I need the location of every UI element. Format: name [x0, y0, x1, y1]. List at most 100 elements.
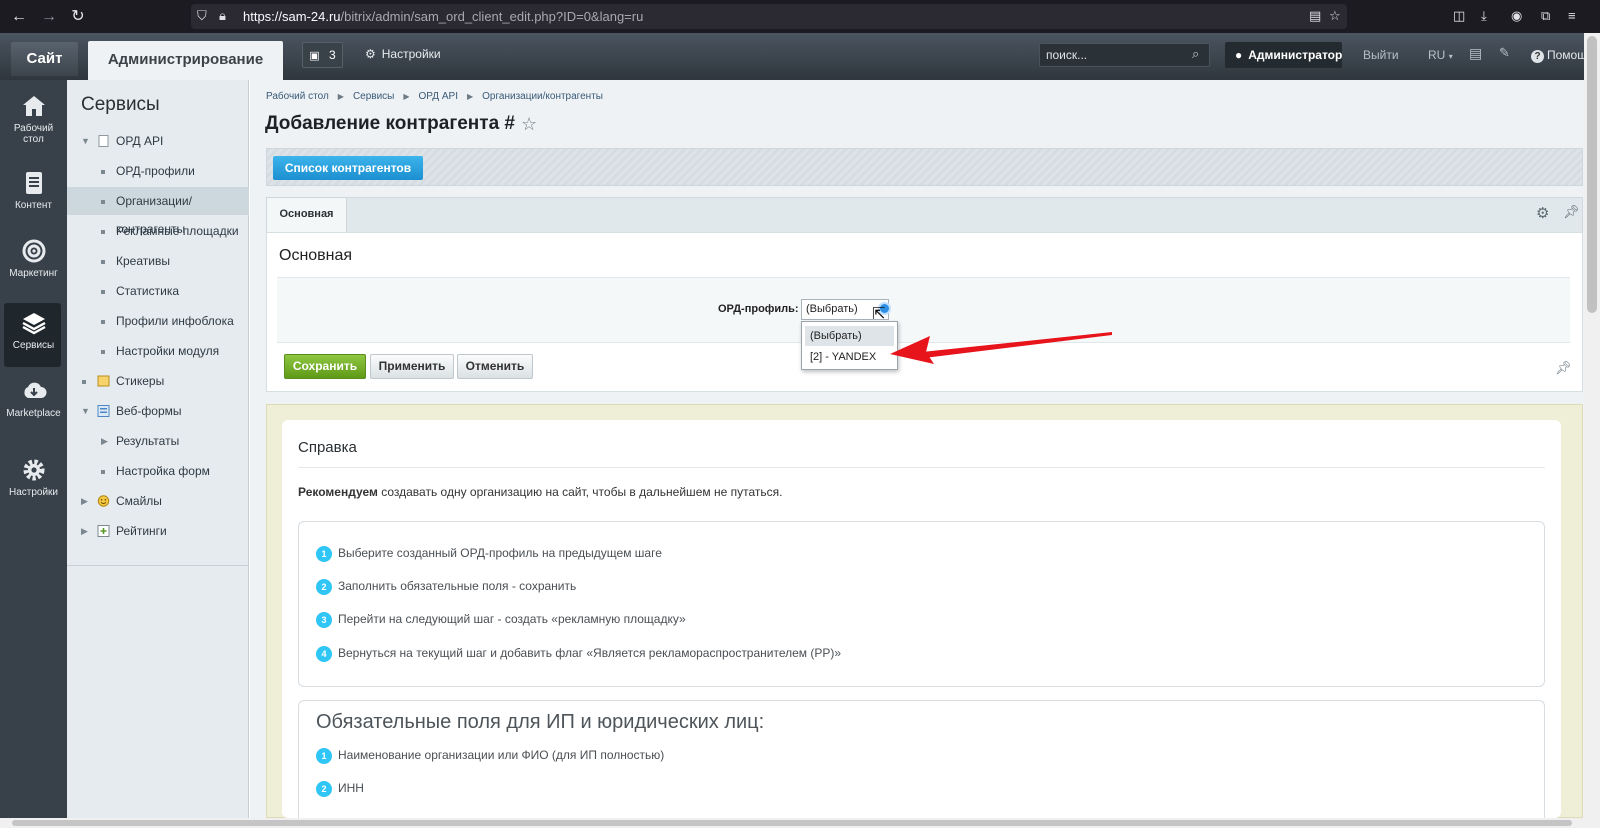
- home-icon: [22, 96, 45, 116]
- admin-tab[interactable]: Администрирование: [88, 41, 283, 80]
- extensions-icon[interactable]: ⧉: [1541, 8, 1550, 24]
- url-text: https://sam-24.ru/bitrix/admin/sam_ord_c…: [243, 9, 644, 24]
- chevron-down-icon: ▾: [1448, 52, 1453, 61]
- ratings-icon: [97, 525, 110, 537]
- search-icon[interactable]: ⌕: [1192, 46, 1199, 62]
- context-toolbar: [266, 148, 1583, 186]
- sidebar-item-web-forms[interactable]: ▼ Веб-формы: [67, 397, 249, 425]
- step-item: 4 Вернуться на текущий шаг и добавить фла…: [316, 646, 841, 662]
- list-contractors-button[interactable]: Список контрагентов: [273, 156, 423, 180]
- forward-arrow-icon[interactable]: →: [39, 7, 59, 27]
- layers-icon: [21, 313, 46, 335]
- shield-icon: ⛉: [197, 8, 207, 23]
- reader-view-icon[interactable]: ▤: [1309, 8, 1321, 24]
- search-input[interactable]: поиск...: [1039, 43, 1210, 67]
- rail-item-settings[interactable]: Настройки: [0, 457, 67, 498]
- rail-item-content[interactable]: Контент: [0, 170, 67, 211]
- target-icon: [22, 239, 45, 263]
- language-select[interactable]: RU ▾: [1428, 48, 1453, 62]
- sidebar-item-statistics[interactable]: Статистика: [67, 277, 249, 305]
- required-item: 1 Наименование организации или ФИО (для И…: [316, 748, 664, 764]
- notifications-count: 3: [329, 48, 336, 62]
- sidebar-item-ord-profiles[interactable]: ОРД-профили: [67, 157, 249, 185]
- browser-toolbar: ← → ↻ ⛉ 🔒︎ https://sam-24.ru/bitrix/admi…: [0, 0, 1600, 33]
- rail-item-services[interactable]: Сервисы: [0, 310, 67, 351]
- rail-item-marketplace[interactable]: Marketplace: [0, 378, 67, 419]
- breadcrumb: Рабочий стол ▶ Сервисы ▶ ОРД API ▶ Организации…: [266, 91, 603, 102]
- save-button[interactable]: Сохранить: [284, 354, 366, 379]
- rail-item-marketing[interactable]: Маркетинг: [0, 238, 67, 279]
- sidebar-item-creatives[interactable]: Креативы: [67, 247, 249, 275]
- sidebar-item-organizations[interactable]: Организации/контрагенты: [67, 187, 249, 236]
- dropdown-option[interactable]: [2] - YANDEX: [805, 347, 894, 367]
- form-tab-strip: [266, 197, 1583, 232]
- pocket-icon[interactable]: ◫: [1453, 8, 1465, 24]
- lock-icon: 🔒︎: [219, 8, 226, 23]
- chevron-right-icon: ▶: [81, 526, 88, 536]
- required-fields-title: Обязательные поля для ИП и юридических л…: [316, 711, 765, 733]
- vertical-scroll-thumb[interactable]: [1587, 36, 1597, 313]
- sidebar-divider: [67, 565, 249, 566]
- help-recommendation: Рекомендуем создавать одну организацию н…: [298, 485, 783, 499]
- smiley-icon: [97, 495, 110, 507]
- ord-profile-dropdown: (Выбрать) [2] - YANDEX: [801, 321, 898, 370]
- user-icon: ●: [1235, 48, 1243, 62]
- chevron-down-icon: ▼: [81, 136, 90, 146]
- step-item: 3 Перейти на следующий шаг - создать «рек…: [316, 612, 686, 628]
- dropdown-option[interactable]: (Выбрать): [805, 326, 894, 346]
- notifications-button[interactable]: ▣ 3: [302, 42, 343, 68]
- sidebar-item-results[interactable]: ▶ Результаты: [67, 427, 249, 455]
- notification-icon: ▣: [309, 50, 320, 62]
- step-item: 1 Выберите созданный ОРД-профиль на преды…: [316, 546, 662, 562]
- gear-icon[interactable]: ⚙: [1536, 204, 1549, 222]
- sidebar-item-ord-api[interactable]: ▼ ОРД API: [67, 127, 249, 155]
- rail-item-desktop[interactable]: Рабочий стол: [0, 93, 67, 145]
- red-arrow-annotation: [890, 332, 1112, 364]
- user-button[interactable]: ● Администратор: [1225, 42, 1342, 68]
- page-icon: [98, 135, 109, 147]
- pin-icon[interactable]: 📌︎: [1555, 360, 1572, 376]
- breadcrumb-item[interactable]: Организации/контрагенты: [482, 91, 603, 102]
- back-arrow-icon[interactable]: ←: [9, 7, 29, 27]
- chevron-right-icon: ▶: [81, 496, 88, 506]
- breadcrumb-item[interactable]: Сервисы: [353, 91, 394, 102]
- ord-profile-label: ОРД-профиль:: [718, 303, 799, 315]
- help-title: Справка: [298, 439, 357, 456]
- cloud-download-icon: [23, 382, 46, 398]
- download-icon[interactable]: ⤓: [1481, 8, 1487, 24]
- step-item: 2 Заполнить обязательные поля - сохранить: [316, 579, 576, 595]
- pin-icon[interactable]: 📌︎: [1563, 204, 1580, 220]
- reload-icon[interactable]: ↻: [68, 7, 88, 27]
- address-bar[interactable]: ⛉ 🔒︎ https://sam-24.ru/bitrix/admin/sam_…: [191, 4, 1347, 29]
- menu-icon[interactable]: ≡: [1568, 8, 1576, 23]
- sidebar-item-stickers[interactable]: Стикеры: [67, 367, 249, 395]
- logout-link[interactable]: Выйти: [1363, 48, 1399, 62]
- sidebar-item-module-settings[interactable]: Настройки модуля: [67, 337, 249, 365]
- apply-button[interactable]: Применить: [370, 354, 454, 379]
- document-icon: [25, 172, 42, 194]
- site-tab[interactable]: Сайт: [11, 42, 78, 76]
- cancel-button[interactable]: Отменить: [457, 354, 533, 379]
- bookmark-star-icon[interactable]: ☆: [1329, 8, 1341, 24]
- pin-icon[interactable]: ✎: [1499, 45, 1510, 61]
- sidebar-item-iblock-profiles[interactable]: Профили инфоблока: [67, 307, 249, 335]
- question-icon: ?: [1531, 50, 1544, 63]
- sticker-icon: [97, 375, 110, 387]
- sidebar-item-ratings[interactable]: ▶ Рейтинги: [67, 517, 249, 545]
- gear-icon: ⚙: [365, 47, 376, 61]
- gear-icon: [23, 459, 44, 481]
- form-icon: [97, 405, 110, 417]
- sidebar-item-ad-platforms[interactable]: Рекламные площадки: [67, 217, 249, 245]
- favorite-star-icon[interactable]: ☆: [521, 114, 537, 135]
- breadcrumb-item[interactable]: Рабочий стол: [266, 91, 329, 102]
- sidebar-item-form-settings[interactable]: Настройка форм: [67, 457, 249, 485]
- breadcrumb-item[interactable]: ОРД API: [419, 91, 458, 102]
- sidebar-item-smileys[interactable]: ▶ Смайлы: [67, 487, 249, 515]
- chevron-down-icon: ▼: [81, 406, 90, 416]
- top-settings-link[interactable]: ⚙ Настройки: [365, 47, 441, 61]
- account-icon[interactable]: ◉: [1511, 8, 1522, 24]
- horizontal-scroll-thumb[interactable]: [12, 820, 1572, 826]
- tab-main[interactable]: Основная: [266, 197, 347, 233]
- chevron-right-icon: ▶: [403, 92, 410, 101]
- favorites-icon[interactable]: ▤: [1469, 45, 1482, 62]
